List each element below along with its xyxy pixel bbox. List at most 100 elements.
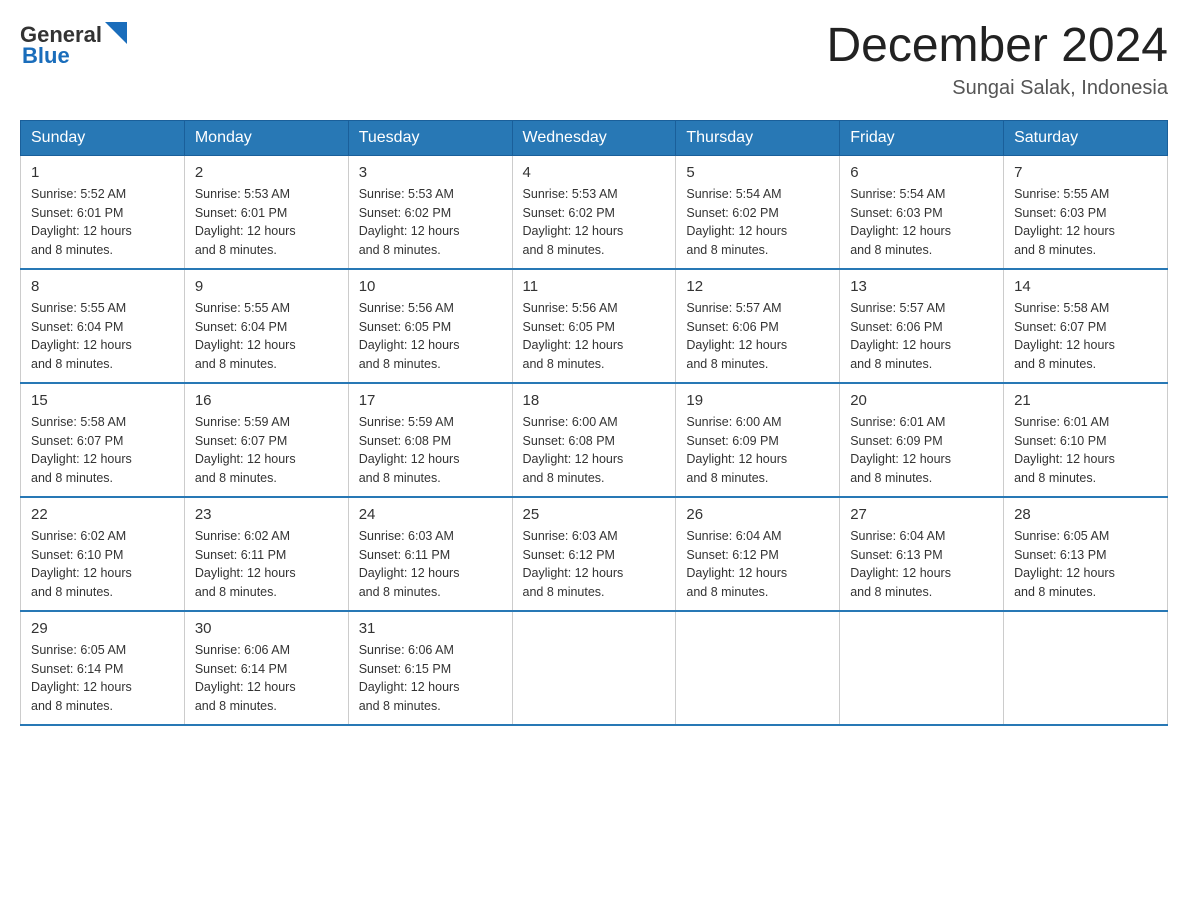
calendar-cell: 23 Sunrise: 6:02 AM Sunset: 6:11 PM Dayl… [184,497,348,611]
calendar-cell: 2 Sunrise: 5:53 AM Sunset: 6:01 PM Dayli… [184,155,348,269]
day-number: 27 [850,506,993,523]
calendar-cell: 8 Sunrise: 5:55 AM Sunset: 6:04 PM Dayli… [21,269,185,383]
weekday-header-tuesday: Tuesday [348,120,512,155]
calendar-cell: 25 Sunrise: 6:03 AM Sunset: 6:12 PM Dayl… [512,497,676,611]
calendar-cell: 1 Sunrise: 5:52 AM Sunset: 6:01 PM Dayli… [21,155,185,269]
day-number: 12 [686,278,829,295]
calendar-cell: 19 Sunrise: 6:00 AM Sunset: 6:09 PM Dayl… [676,383,840,497]
day-info: Sunrise: 5:55 AM Sunset: 6:03 PM Dayligh… [1014,185,1157,260]
calendar-cell: 31 Sunrise: 6:06 AM Sunset: 6:15 PM Dayl… [348,611,512,725]
calendar-cell: 28 Sunrise: 6:05 AM Sunset: 6:13 PM Dayl… [1004,497,1168,611]
day-info: Sunrise: 5:57 AM Sunset: 6:06 PM Dayligh… [686,299,829,374]
month-title: December 2024 [826,20,1168,73]
day-number: 6 [850,164,993,181]
calendar-cell: 3 Sunrise: 5:53 AM Sunset: 6:02 PM Dayli… [348,155,512,269]
day-number: 13 [850,278,993,295]
day-info: Sunrise: 6:00 AM Sunset: 6:08 PM Dayligh… [523,413,666,488]
day-number: 10 [359,278,502,295]
day-info: Sunrise: 6:03 AM Sunset: 6:12 PM Dayligh… [523,527,666,602]
calendar-cell: 9 Sunrise: 5:55 AM Sunset: 6:04 PM Dayli… [184,269,348,383]
day-number: 16 [195,392,338,409]
day-number: 23 [195,506,338,523]
calendar-cell: 14 Sunrise: 5:58 AM Sunset: 6:07 PM Dayl… [1004,269,1168,383]
day-number: 26 [686,506,829,523]
logo-blue: Blue [22,43,70,69]
calendar-cell: 30 Sunrise: 6:06 AM Sunset: 6:14 PM Dayl… [184,611,348,725]
calendar-cell [840,611,1004,725]
location: Sungai Salak, Indonesia [826,77,1168,100]
day-info: Sunrise: 6:00 AM Sunset: 6:09 PM Dayligh… [686,413,829,488]
day-number: 1 [31,164,174,181]
day-info: Sunrise: 5:53 AM Sunset: 6:02 PM Dayligh… [359,185,502,260]
calendar-cell: 12 Sunrise: 5:57 AM Sunset: 6:06 PM Dayl… [676,269,840,383]
calendar-week-row: 22 Sunrise: 6:02 AM Sunset: 6:10 PM Dayl… [21,497,1168,611]
day-number: 21 [1014,392,1157,409]
calendar-cell: 15 Sunrise: 5:58 AM Sunset: 6:07 PM Dayl… [21,383,185,497]
calendar-table: SundayMondayTuesdayWednesdayThursdayFrid… [20,120,1168,726]
calendar-cell [512,611,676,725]
day-info: Sunrise: 5:59 AM Sunset: 6:07 PM Dayligh… [195,413,338,488]
day-number: 31 [359,620,502,637]
day-info: Sunrise: 6:01 AM Sunset: 6:09 PM Dayligh… [850,413,993,488]
day-number: 22 [31,506,174,523]
calendar-cell: 13 Sunrise: 5:57 AM Sunset: 6:06 PM Dayl… [840,269,1004,383]
day-info: Sunrise: 5:56 AM Sunset: 6:05 PM Dayligh… [523,299,666,374]
day-number: 18 [523,392,666,409]
calendar-cell: 6 Sunrise: 5:54 AM Sunset: 6:03 PM Dayli… [840,155,1004,269]
day-info: Sunrise: 5:55 AM Sunset: 6:04 PM Dayligh… [195,299,338,374]
day-number: 30 [195,620,338,637]
calendar-cell: 18 Sunrise: 6:00 AM Sunset: 6:08 PM Dayl… [512,383,676,497]
day-number: 25 [523,506,666,523]
day-info: Sunrise: 5:54 AM Sunset: 6:02 PM Dayligh… [686,185,829,260]
day-info: Sunrise: 6:01 AM Sunset: 6:10 PM Dayligh… [1014,413,1157,488]
day-info: Sunrise: 5:55 AM Sunset: 6:04 PM Dayligh… [31,299,174,374]
day-number: 19 [686,392,829,409]
day-number: 28 [1014,506,1157,523]
day-info: Sunrise: 5:58 AM Sunset: 6:07 PM Dayligh… [31,413,174,488]
calendar-cell: 26 Sunrise: 6:04 AM Sunset: 6:12 PM Dayl… [676,497,840,611]
page-header: General Blue December 2024 Sungai Salak,… [20,20,1168,100]
day-info: Sunrise: 6:02 AM Sunset: 6:11 PM Dayligh… [195,527,338,602]
day-number: 2 [195,164,338,181]
day-number: 14 [1014,278,1157,295]
weekday-header-friday: Friday [840,120,1004,155]
calendar-cell: 11 Sunrise: 5:56 AM Sunset: 6:05 PM Dayl… [512,269,676,383]
day-info: Sunrise: 5:53 AM Sunset: 6:02 PM Dayligh… [523,185,666,260]
day-number: 8 [31,278,174,295]
day-number: 24 [359,506,502,523]
weekday-header-sunday: Sunday [21,120,185,155]
day-info: Sunrise: 6:05 AM Sunset: 6:13 PM Dayligh… [1014,527,1157,602]
calendar-week-row: 1 Sunrise: 5:52 AM Sunset: 6:01 PM Dayli… [21,155,1168,269]
day-number: 17 [359,392,502,409]
calendar-cell: 20 Sunrise: 6:01 AM Sunset: 6:09 PM Dayl… [840,383,1004,497]
day-info: Sunrise: 5:54 AM Sunset: 6:03 PM Dayligh… [850,185,993,260]
weekday-header-monday: Monday [184,120,348,155]
day-info: Sunrise: 6:04 AM Sunset: 6:12 PM Dayligh… [686,527,829,602]
day-number: 20 [850,392,993,409]
calendar-cell: 17 Sunrise: 5:59 AM Sunset: 6:08 PM Dayl… [348,383,512,497]
calendar-cell: 29 Sunrise: 6:05 AM Sunset: 6:14 PM Dayl… [21,611,185,725]
calendar-week-row: 15 Sunrise: 5:58 AM Sunset: 6:07 PM Dayl… [21,383,1168,497]
calendar-cell: 4 Sunrise: 5:53 AM Sunset: 6:02 PM Dayli… [512,155,676,269]
day-info: Sunrise: 6:04 AM Sunset: 6:13 PM Dayligh… [850,527,993,602]
day-number: 7 [1014,164,1157,181]
weekday-header-row: SundayMondayTuesdayWednesdayThursdayFrid… [21,120,1168,155]
day-info: Sunrise: 5:59 AM Sunset: 6:08 PM Dayligh… [359,413,502,488]
calendar-cell: 5 Sunrise: 5:54 AM Sunset: 6:02 PM Dayli… [676,155,840,269]
day-number: 11 [523,278,666,295]
calendar-cell: 7 Sunrise: 5:55 AM Sunset: 6:03 PM Dayli… [1004,155,1168,269]
day-number: 9 [195,278,338,295]
calendar-cell: 22 Sunrise: 6:02 AM Sunset: 6:10 PM Dayl… [21,497,185,611]
day-info: Sunrise: 6:03 AM Sunset: 6:11 PM Dayligh… [359,527,502,602]
weekday-header-wednesday: Wednesday [512,120,676,155]
calendar-cell: 16 Sunrise: 5:59 AM Sunset: 6:07 PM Dayl… [184,383,348,497]
day-number: 3 [359,164,502,181]
day-info: Sunrise: 6:06 AM Sunset: 6:14 PM Dayligh… [195,641,338,716]
calendar-cell [676,611,840,725]
weekday-header-thursday: Thursday [676,120,840,155]
weekday-header-saturday: Saturday [1004,120,1168,155]
calendar-cell [1004,611,1168,725]
calendar-cell: 24 Sunrise: 6:03 AM Sunset: 6:11 PM Dayl… [348,497,512,611]
calendar-week-row: 8 Sunrise: 5:55 AM Sunset: 6:04 PM Dayli… [21,269,1168,383]
day-number: 5 [686,164,829,181]
